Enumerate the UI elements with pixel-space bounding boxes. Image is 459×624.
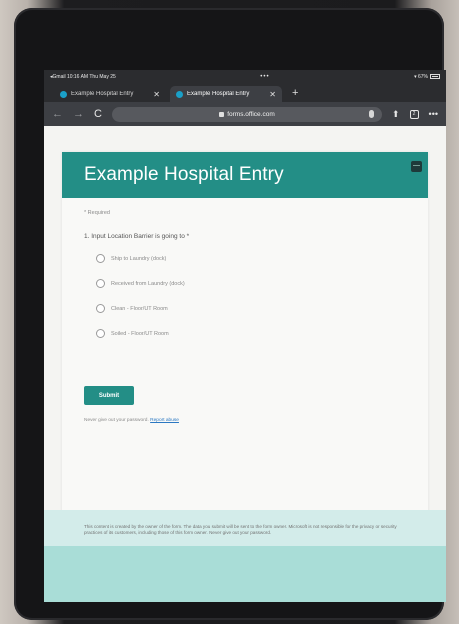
battery-icon: [430, 74, 440, 80]
required-note: * Required: [84, 210, 110, 216]
option-label: Ship to Laundry (dock): [111, 255, 167, 262]
browser-tab-1[interactable]: Example Hospital Entry ✕: [54, 86, 166, 102]
form-title: Example Hospital Entry: [84, 164, 284, 185]
form-page: Example Hospital Entry — * Required 1. I…: [44, 126, 446, 602]
forward-arrow-icon[interactable]: →: [73, 108, 84, 120]
option-received-from-laundry[interactable]: Received from Laundry (dock): [96, 279, 185, 288]
browser-tab-2[interactable]: Example Hospital Entry ✕: [170, 86, 282, 102]
status-bar: ◂Gmail 10:16 AM Thu May 25 ••• ▾ 67%: [44, 70, 446, 84]
status-dots: •••: [260, 74, 270, 80]
tab-label: Example Hospital Entry: [187, 91, 250, 97]
status-right: ▾ 67%: [414, 74, 440, 80]
option-ship-to-laundry[interactable]: Ship to Laundry (dock): [96, 254, 166, 263]
share-icon[interactable]: ⬆: [392, 109, 400, 120]
form-header: Example Hospital Entry —: [62, 152, 428, 198]
status-left: ◂Gmail 10:16 AM Thu May 25: [50, 74, 116, 80]
radio-button[interactable]: [96, 329, 105, 338]
reload-icon[interactable]: C: [94, 108, 102, 120]
option-label: Clean - Floor/UT Room: [111, 305, 168, 312]
new-tab-button[interactable]: +: [286, 86, 304, 102]
forms-favicon-icon: [60, 90, 67, 98]
battery-label: ▾ 67%: [414, 74, 428, 80]
tab-bar: Example Hospital Entry ✕ Example Hospita…: [44, 84, 446, 102]
radio-button[interactable]: [96, 279, 105, 288]
bottom-background: [44, 546, 446, 602]
tablet-screen: ◂Gmail 10:16 AM Thu May 25 ••• ▾ 67% Exa…: [44, 70, 446, 602]
more-menu-icon[interactable]: •••: [429, 109, 438, 119]
tab-switcher-icon[interactable]: 2: [409, 109, 419, 119]
address-bar[interactable]: forms.office.com: [111, 106, 382, 122]
password-warning: Never give out your password. Report abu…: [84, 418, 179, 423]
question-label: 1. Input Location Barrier is going to *: [84, 233, 190, 240]
url-text: forms.office.com: [227, 110, 275, 118]
tab-label: Example Hospital Entry: [71, 91, 134, 97]
submit-button[interactable]: Submit: [84, 386, 134, 405]
report-abuse-link[interactable]: Report abuse: [150, 418, 179, 423]
close-tab-icon[interactable]: ✕: [153, 90, 160, 99]
form-options-button[interactable]: —: [411, 161, 422, 172]
lock-icon: [219, 111, 225, 117]
forms-favicon-icon: [176, 90, 183, 98]
option-soiled-floor[interactable]: Soiled - Floor/UT Room: [96, 329, 169, 338]
password-warning-text: Never give out your password.: [84, 418, 149, 423]
option-clean-floor[interactable]: Clean - Floor/UT Room: [96, 304, 168, 313]
tablet-device: ◂Gmail 10:16 AM Thu May 25 ••• ▾ 67% Exa…: [14, 8, 446, 620]
close-tab-icon[interactable]: ✕: [269, 90, 276, 99]
option-label: Soiled - Floor/UT Room: [111, 330, 169, 337]
browser-toolbar: ← → C forms.office.com ⬆ 2 •••: [44, 102, 446, 126]
back-arrow-icon[interactable]: ←: [52, 108, 63, 120]
radio-button[interactable]: [96, 304, 105, 313]
radio-button[interactable]: [96, 254, 105, 263]
microphone-icon[interactable]: [369, 109, 374, 118]
footer-disclaimer: This content is created by the owner of …: [84, 524, 397, 535]
option-label: Received from Laundry (dock): [111, 280, 185, 287]
form-card: Example Hospital Entry — * Required 1. I…: [62, 152, 428, 512]
